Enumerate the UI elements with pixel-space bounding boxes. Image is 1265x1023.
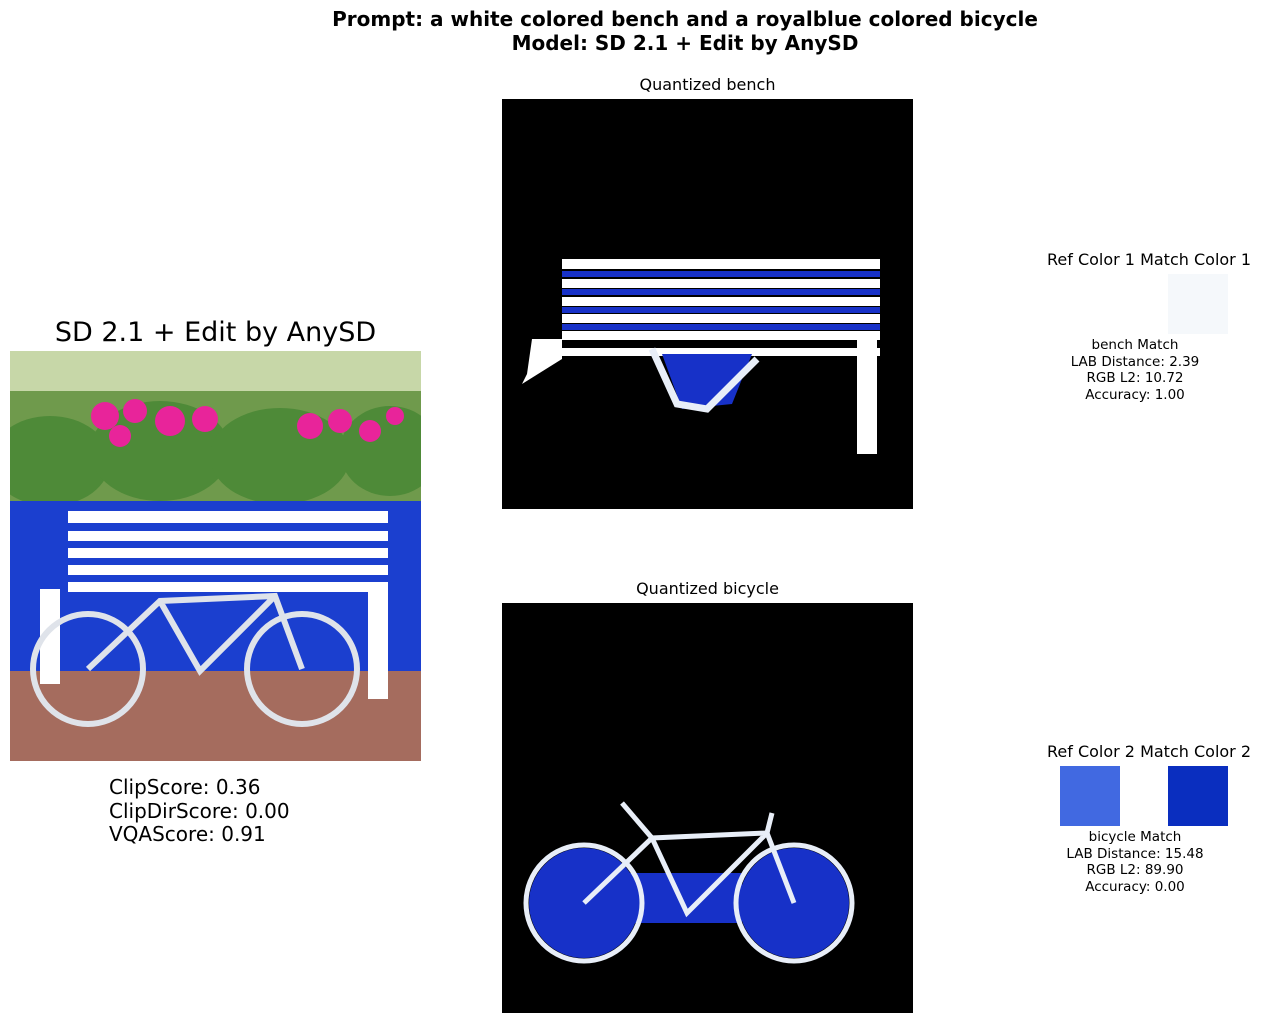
prompt-line: Prompt: a white colored bench and a roya… bbox=[332, 7, 1038, 31]
ref-color-2-swatch bbox=[1060, 766, 1120, 826]
metric-line: Accuracy: 0.00 bbox=[1085, 878, 1185, 895]
color-match-2-header: Ref Color 2 Match Color 2 bbox=[1046, 742, 1252, 761]
figure-title: Prompt: a white colored bench and a roya… bbox=[0, 7, 1265, 55]
main-panel-title: SD 2.1 + Edit by AnySD bbox=[54, 317, 377, 348]
metric-line: LAB Distance: 15.48 bbox=[1066, 845, 1204, 862]
metric-line: Accuracy: 1.00 bbox=[1085, 386, 1185, 403]
ref-color-1-swatch bbox=[1060, 274, 1120, 334]
metric-line: bicycle Match bbox=[1088, 829, 1182, 845]
color-match-1-metrics: bench Match LAB Distance: 2.39 RGB L2: 1… bbox=[1015, 337, 1255, 403]
quantized-bicycle-title: Quantized bicycle bbox=[636, 579, 779, 598]
color-match-2-metrics: bicycle Match LAB Distance: 15.48 RGB L2… bbox=[1015, 829, 1255, 895]
quantized-bench-image bbox=[502, 99, 913, 509]
clip-dir-score: ClipDirScore: 0.00 bbox=[109, 798, 290, 823]
metric-line: LAB Distance: 2.39 bbox=[1070, 353, 1200, 370]
vqa-score: VQAScore: 0.91 bbox=[109, 822, 266, 846]
color-match-1-header: Ref Color 1 Match Color 1 bbox=[1046, 250, 1252, 269]
metric-line: bench Match bbox=[1091, 337, 1179, 353]
metric-line: RGB L2: 89.90 bbox=[1086, 862, 1184, 878]
quantized-bench-title: Quantized bench bbox=[639, 75, 776, 94]
match-color-1-swatch bbox=[1168, 274, 1228, 334]
clip-score: ClipScore: 0.36 bbox=[109, 775, 261, 799]
match-color-2-swatch bbox=[1168, 766, 1228, 826]
score-list: ClipScore: 0.36 ClipDirScore: 0.00 VQASc… bbox=[109, 775, 290, 847]
quantized-bicycle-image bbox=[502, 603, 913, 1013]
model-line: Model: SD 2.1 + Edit by AnySD bbox=[511, 31, 859, 55]
metric-line: RGB L2: 10.72 bbox=[1086, 370, 1184, 386]
generated-image bbox=[10, 351, 421, 761]
